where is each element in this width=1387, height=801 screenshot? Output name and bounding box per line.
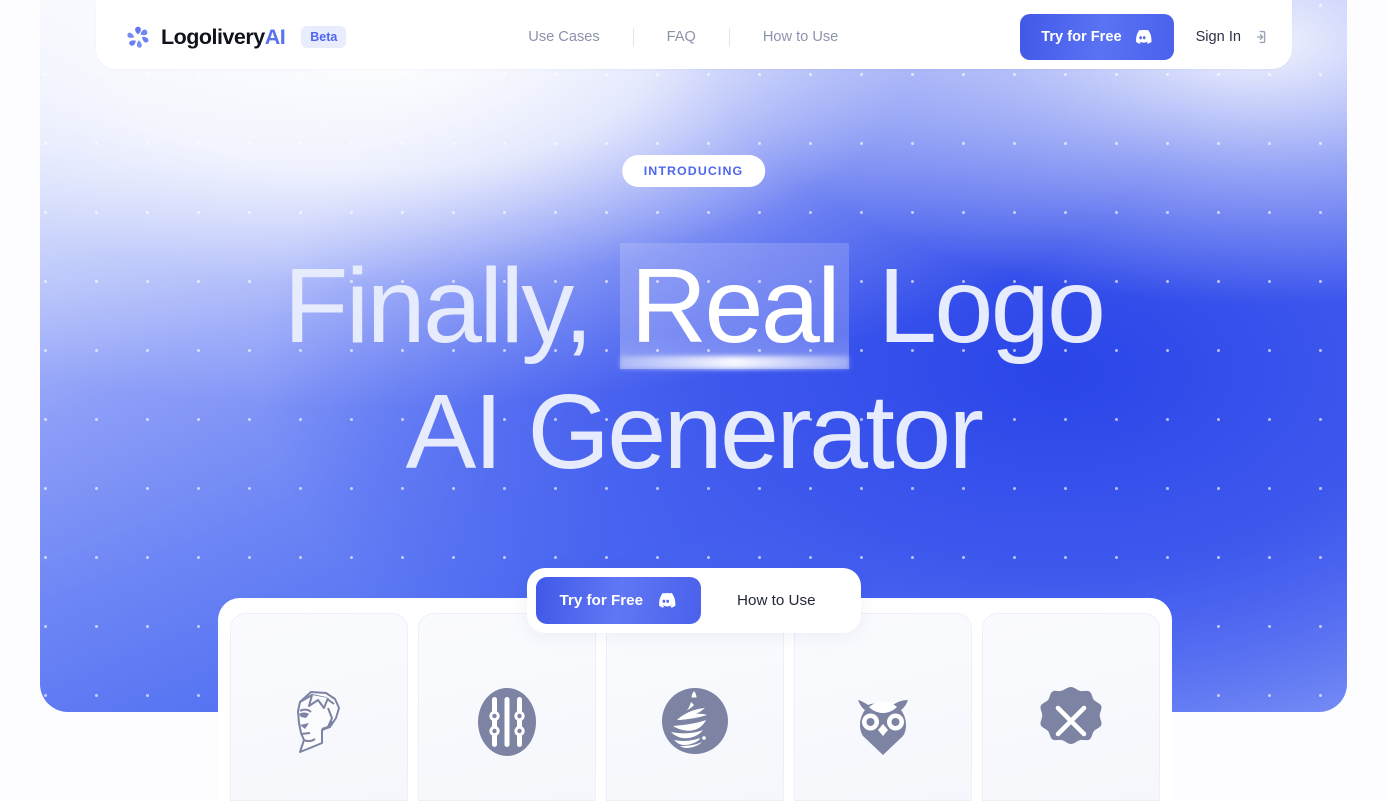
introducing-badge: INTRODUCING (621, 155, 766, 187)
logo-card-owl[interactable] (794, 613, 972, 801)
brand-name: LogoliveryAI (161, 24, 286, 50)
swirl-petals-logo-icon (125, 24, 151, 50)
hero-cta-group: Try for Free How to Use (526, 568, 861, 633)
landing-page: LogoliveryAI Beta Use Cases FAQ How to U… (0, 0, 1387, 801)
hero-how-to-use-button[interactable]: How to Use (701, 577, 852, 624)
nav-actions: Try for Free Sign In (1020, 14, 1267, 60)
beta-badge: Beta (301, 25, 347, 49)
hero-try-for-free-button[interactable]: Try for Free (535, 577, 702, 624)
brand-name-main: Logolivery (161, 24, 265, 49)
headline-part-b: Logo (878, 247, 1106, 365)
ship-waves-circle-icon (660, 686, 730, 756)
logo-card-ship[interactable] (606, 613, 784, 801)
owl-icon (845, 686, 921, 756)
brand[interactable]: LogoliveryAI Beta (125, 14, 347, 60)
nav-link-use-cases[interactable]: Use Cases (495, 29, 632, 45)
headline-highlight: Real (619, 243, 850, 369)
sign-in-button[interactable]: Sign In (1196, 29, 1267, 45)
try-for-free-button[interactable]: Try for Free (1020, 14, 1174, 60)
sign-in-label: Sign In (1195, 29, 1241, 45)
brand-name-accent: AI (264, 24, 286, 49)
x-scalloped-badge-icon (1036, 686, 1106, 756)
nav-link-faq[interactable]: FAQ (634, 29, 729, 45)
oval-vertical-bars-icon (476, 686, 538, 758)
headline-part-a: Finally, (283, 247, 594, 365)
page-title: Finally, Real Logo AI Generator (0, 243, 1387, 495)
headline-line-2: AI Generator (405, 373, 984, 491)
login-icon (1251, 29, 1267, 45)
man-face-profile-icon (288, 686, 350, 760)
logo-card-man-face[interactable] (230, 613, 408, 801)
discord-icon (658, 593, 677, 608)
navbar: LogoliveryAI Beta Use Cases FAQ How to U… (96, 0, 1292, 69)
headline-line-1: Finally, Real Logo (0, 243, 1387, 369)
hero-try-for-free-label: Try for Free (559, 592, 644, 609)
nav-links: Use Cases FAQ How to Use (346, 14, 1020, 60)
logo-card-oval-bars[interactable] (418, 613, 596, 801)
nav-link-how-to-use[interactable]: How to Use (730, 29, 871, 45)
try-for-free-label: Try for Free (1041, 29, 1122, 45)
logo-card-x-badge[interactable] (982, 613, 1160, 801)
discord-icon (1135, 30, 1153, 44)
